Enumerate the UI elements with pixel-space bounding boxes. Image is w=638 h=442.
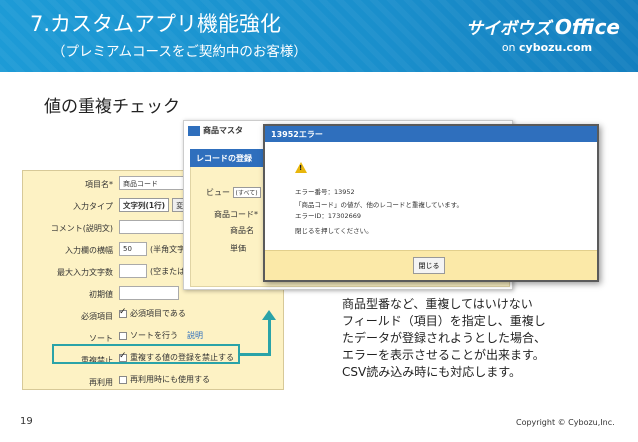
slide-subtitle: （プレミアムコースをご契約中のお客様） xyxy=(52,44,307,60)
app-icon xyxy=(188,125,200,136)
form-row-reuse: 再利用 再利用時にも使用する xyxy=(23,371,285,393)
required-label: 必須項目である xyxy=(130,309,186,318)
form-label: 入力欄の横幅 xyxy=(65,246,113,255)
cybozu-office-logo: サイボウズ Office on cybozu.com xyxy=(466,14,620,54)
error-number: エラー番号：13952 xyxy=(295,188,355,196)
form-label: 入力タイプ xyxy=(73,202,113,211)
width-input[interactable]: 50 xyxy=(119,242,147,256)
description: 商品型番など、重複してはいけない フィールド（項目）を指定し、重複し たデータが… xyxy=(342,296,546,381)
sort-checkbox[interactable] xyxy=(119,331,127,340)
description-line: たデータが登録されようとした場合、 xyxy=(342,331,547,345)
app-tab[interactable]: 商品マスタ xyxy=(188,125,243,136)
form-label: 最大入力文字数 xyxy=(57,268,113,277)
input-type-select[interactable]: 文字列(1行) xyxy=(119,198,170,212)
form-label: コメント(説明文) xyxy=(50,224,113,233)
required-checkbox[interactable] xyxy=(119,307,127,318)
sort-help-link[interactable]: 説明 xyxy=(187,330,203,341)
close-hint: 閉じるを押してください。 xyxy=(295,227,373,235)
form-label: ソート xyxy=(89,334,113,343)
section-title: 値の重複チェック xyxy=(44,97,180,117)
description-line: フィールド（項目）を指定し、重複し xyxy=(342,314,546,328)
close-button[interactable]: 閉じる xyxy=(413,257,445,274)
record-field-label: 商品コード* xyxy=(214,210,258,219)
view-select[interactable]: (すべて) xyxy=(232,187,261,198)
slide-header: 7.カスタムアプリ機能強化 （プレミアムコースをご契約中のお客様） サイボウズ O… xyxy=(0,0,638,72)
logo-office: Office xyxy=(554,15,620,39)
warning-icon-mark: ! xyxy=(299,164,303,172)
description-line: 商品型番など、重複してはいけない xyxy=(342,297,533,311)
form-label: 初期値 xyxy=(89,290,113,299)
comment-input[interactable] xyxy=(119,220,189,234)
max-length-input[interactable] xyxy=(119,264,147,278)
form-label: 必須項目 xyxy=(81,312,113,321)
form-label: 再利用 xyxy=(89,378,113,387)
default-input[interactable] xyxy=(119,286,179,300)
dialog-title: 13952エラー xyxy=(265,126,597,142)
error-message: 「商品コード」の値が、他のレコードと重複しています。 xyxy=(295,201,464,209)
view-row: ビュー (すべて) xyxy=(206,187,261,198)
record-field-label: 商品名 xyxy=(230,226,254,235)
error-dialog: 13952エラー ! エラー番号：13952 「商品コード」の値が、他のレコード… xyxy=(263,124,599,282)
view-label: ビュー xyxy=(206,188,230,197)
logo-domain: cybozu.com xyxy=(519,41,593,54)
form-row-required: 必須項目 必須項目である xyxy=(23,305,285,327)
connector-line xyxy=(240,353,271,356)
connector-line xyxy=(268,318,271,356)
sort-label: ソートを行う xyxy=(130,331,178,340)
copyright: Copyright © Cybozu,Inc. xyxy=(516,418,615,427)
record-field-label: 単価 xyxy=(230,244,246,253)
arrow-up-icon xyxy=(262,310,276,320)
slide-title: 7.カスタムアプリ機能強化 xyxy=(30,12,282,36)
form-label: 項目名* xyxy=(85,180,113,189)
app-tab-label: 商品マスタ xyxy=(203,126,243,135)
dialog-footer: 閉じる xyxy=(265,250,597,280)
error-id: エラーID：17302669 xyxy=(295,212,362,220)
logo-on: on xyxy=(501,41,516,54)
reuse-label: 再利用時にも使用する xyxy=(130,375,210,384)
logo-text: サイボウズ xyxy=(465,19,551,39)
description-line: CSV読み込み時にも対応します。 xyxy=(342,365,522,379)
description-line: エラーを表示させることが出来ます。 xyxy=(342,348,545,362)
unique-highlight-box xyxy=(52,344,240,364)
reuse-checkbox[interactable] xyxy=(119,375,127,384)
page-number: 19 xyxy=(20,416,33,427)
